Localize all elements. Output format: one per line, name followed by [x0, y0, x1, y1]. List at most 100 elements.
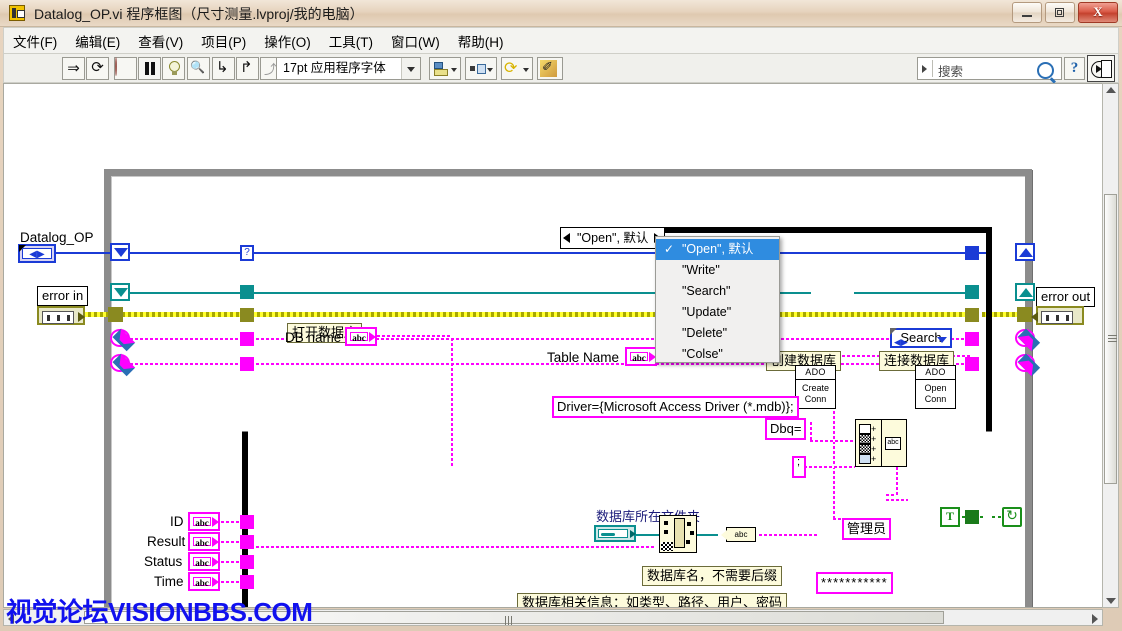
- enum-constant-search[interactable]: ◀▶ Search: [890, 328, 952, 348]
- step-into-button[interactable]: [212, 57, 235, 80]
- help-button[interactable]: [1064, 57, 1085, 80]
- ado-open-conn-subvi[interactable]: ADO Open Conn: [915, 365, 956, 409]
- menu-tools[interactable]: 工具(T): [320, 29, 382, 53]
- distribute-icon: [470, 63, 486, 74]
- context-help-button[interactable]: [1087, 55, 1115, 82]
- loop-tunnel-datalog[interactable]: [110, 243, 130, 261]
- case-tunnel-teal[interactable]: [240, 285, 254, 299]
- case-tunnel-time[interactable]: [240, 575, 254, 589]
- case-tunnel-mag-1[interactable]: [240, 332, 254, 346]
- clean-up-diagram-button[interactable]: [537, 57, 563, 80]
- chevron-down-icon[interactable]: [937, 337, 947, 343]
- menu-file[interactable]: 文件(F): [4, 29, 66, 53]
- pause-icon: [139, 58, 160, 79]
- case-tunnel-right-mag-1[interactable]: [965, 332, 979, 346]
- maximize-button[interactable]: [1045, 2, 1075, 23]
- dropdown-item-delete[interactable]: "Delete": [656, 323, 779, 344]
- case-tunnel-datalog[interactable]: ?: [240, 245, 254, 261]
- chevron-down-icon[interactable]: [401, 58, 420, 79]
- scroll-right-arrow-icon[interactable]: [1092, 614, 1098, 624]
- reorder-dropdown[interactable]: [501, 57, 533, 80]
- case-tunnel-status[interactable]: [240, 555, 254, 569]
- db-name-terminal[interactable]: abc: [345, 327, 377, 346]
- loop-out-tunnel-error[interactable]: [1017, 307, 1032, 322]
- node-checker-icon: [661, 542, 673, 551]
- loop-out-tunnel-mag-1[interactable]: [1015, 329, 1035, 347]
- path-to-string-node[interactable]: abc: [721, 527, 756, 542]
- vertical-scrollbar[interactable]: [1102, 83, 1119, 608]
- concatenate-strings-node[interactable]: + + + + abc: [855, 419, 907, 467]
- case-tunnel-id[interactable]: [240, 515, 254, 529]
- search-dropdown-arrow-icon[interactable]: [922, 65, 927, 73]
- case-tunnel-right-green[interactable]: [965, 510, 979, 524]
- build-path-node[interactable]: [659, 515, 697, 553]
- dropdown-item-update[interactable]: "Update": [656, 302, 779, 323]
- id-terminal[interactable]: abc: [188, 512, 220, 531]
- status-terminal[interactable]: abc: [188, 552, 220, 571]
- loop-out-tunnel-mag-2[interactable]: [1015, 354, 1035, 372]
- string-constant-password[interactable]: ***********: [816, 572, 893, 594]
- loop-tunnel-error[interactable]: [108, 307, 123, 322]
- error-in-terminal[interactable]: [37, 306, 85, 325]
- step-over-button[interactable]: [236, 57, 259, 80]
- pause-button[interactable]: [138, 57, 161, 80]
- menu-edit[interactable]: 编辑(E): [66, 29, 129, 53]
- case-tunnel-right-teal[interactable]: [965, 285, 979, 299]
- dropdown-item-search[interactable]: "Search": [656, 281, 779, 302]
- minimize-button[interactable]: [1012, 2, 1042, 23]
- loop-tunnel-magenta-2[interactable]: [110, 354, 130, 372]
- case-tunnel-error-left[interactable]: [240, 308, 254, 322]
- true-constant[interactable]: T: [940, 507, 960, 527]
- distribute-objects-dropdown[interactable]: [465, 57, 497, 80]
- case-prev-arrow-icon[interactable]: [563, 233, 570, 243]
- ado-create-conn-subvi[interactable]: ADO Create Conn: [795, 365, 836, 409]
- run-continuously-button[interactable]: [86, 57, 109, 80]
- retain-wire-values-button[interactable]: [187, 57, 210, 80]
- case-tunnel-mag-2[interactable]: [240, 357, 254, 371]
- loop-tunnel-teal[interactable]: [110, 283, 130, 301]
- case-tunnel-right-error[interactable]: [965, 308, 979, 322]
- scroll-down-arrow-icon[interactable]: [1106, 598, 1116, 604]
- menu-window[interactable]: 窗口(W): [382, 29, 449, 53]
- vertical-scrollbar-thumb[interactable]: [1104, 194, 1117, 484]
- highlight-execution-button[interactable]: [162, 57, 185, 80]
- run-button[interactable]: [62, 57, 85, 80]
- dropdown-item-write[interactable]: "Write": [656, 260, 779, 281]
- dropdown-item-colse[interactable]: "Colse": [656, 344, 779, 365]
- loop-out-tunnel-blue[interactable]: [1015, 243, 1035, 261]
- ado-body: Create Conn: [796, 380, 835, 409]
- string-constant-dbq[interactable]: Dbq=: [765, 418, 807, 440]
- database-folder-path-control[interactable]: [594, 525, 636, 542]
- case-selector-dropdown-menu[interactable]: ✓ "Open", 默认 "Write" "Search" "Update" "…: [655, 236, 780, 363]
- string-constant-user[interactable]: 管理员: [842, 518, 892, 540]
- case-tunnel-right-blue[interactable]: [965, 246, 979, 260]
- loop-conditional-terminal[interactable]: [1002, 507, 1022, 527]
- magnifier-icon[interactable]: [1037, 62, 1054, 79]
- menu-operate[interactable]: 操作(O): [255, 29, 320, 53]
- search-input[interactable]: 搜索: [917, 57, 1062, 80]
- menu-view[interactable]: 查看(V): [129, 29, 192, 53]
- loop-tunnel-magenta-1[interactable]: [110, 329, 130, 347]
- menu-project[interactable]: 项目(P): [192, 29, 255, 53]
- wire-datalog-op-2: [130, 252, 242, 254]
- scroll-up-arrow-icon[interactable]: [1106, 87, 1116, 93]
- datalog-op-terminal[interactable]: ◀▶: [18, 244, 56, 263]
- table-name-terminal[interactable]: abc: [625, 347, 657, 366]
- align-objects-dropdown[interactable]: [429, 57, 461, 80]
- error-out-terminal[interactable]: [1031, 306, 1084, 325]
- case-tunnel-result[interactable]: [240, 535, 254, 549]
- time-terminal[interactable]: abc: [188, 572, 220, 591]
- loop-out-tunnel-teal[interactable]: [1015, 283, 1035, 301]
- font-selector[interactable]: 17pt 应用程序字体: [276, 57, 421, 80]
- abort-button[interactable]: [114, 57, 137, 80]
- result-terminal[interactable]: abc: [188, 532, 220, 551]
- menu-help[interactable]: 帮助(H): [449, 29, 513, 53]
- dropdown-item-open[interactable]: ✓ "Open", 默认: [656, 239, 779, 260]
- case-tunnel-right-mag-2[interactable]: [965, 357, 979, 371]
- string-constant-driver[interactable]: Driver={Microsoft Access Driver (*.mdb)}…: [552, 396, 799, 418]
- block-diagram-canvas[interactable]: "Open", 默认 ✓ "Open", 默认 "Write" "Search"…: [3, 83, 1119, 608]
- close-button[interactable]: X: [1078, 2, 1118, 23]
- labview-window: Datalog_OP.vi 程序框图（尺寸测量.lvproj/我的电脑） X 文…: [0, 0, 1122, 631]
- string-constant-semicolon[interactable]: ;: [792, 456, 806, 478]
- case-selector[interactable]: "Open", 默认: [560, 227, 665, 249]
